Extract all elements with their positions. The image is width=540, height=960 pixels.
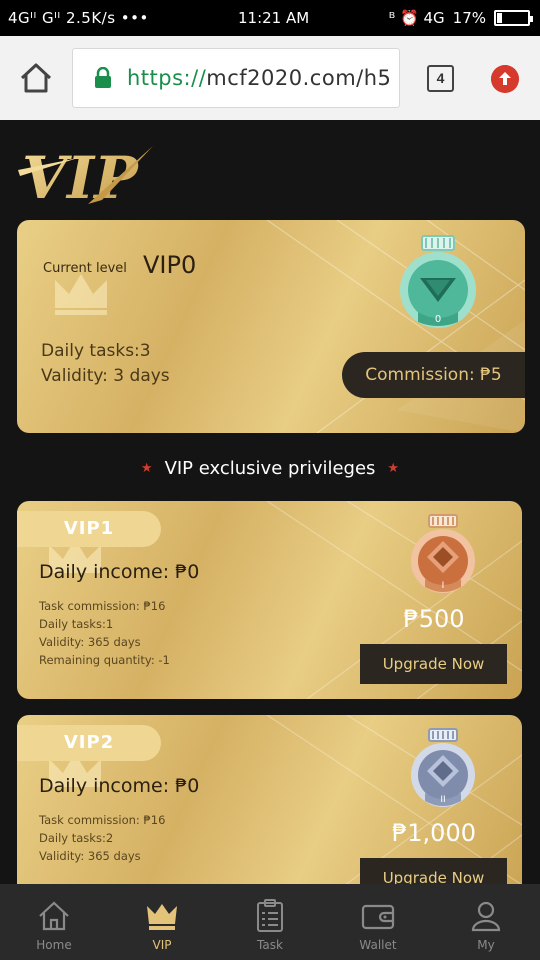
nav-wallet[interactable]: Wallet (324, 884, 432, 960)
battery-level (497, 13, 502, 23)
vip1-medal-icon: I (411, 514, 475, 593)
tier-name: VIP2 (17, 725, 161, 761)
nav-my[interactable]: My (432, 884, 540, 960)
crown-icon (147, 904, 177, 930)
vip2-medal-icon: II (411, 728, 475, 807)
clipboard-icon (257, 899, 283, 932)
svg-text:0: 0 (435, 314, 441, 325)
daily-tasks: Daily tasks:1 (39, 617, 114, 631)
status-time: 11:21 AM (238, 9, 310, 27)
task-commission: Task commission: ₱16 (39, 599, 166, 613)
nav-vip[interactable]: VIP (108, 884, 216, 960)
battery-icon (494, 10, 533, 26)
address-bar[interactable]: https://mcf2020.com/h5 (72, 48, 400, 108)
svg-text:I: I (442, 581, 445, 591)
daily-tasks: Daily tasks:2 (39, 831, 114, 845)
nav-label: Home (36, 938, 72, 952)
star-icon: ★ (140, 461, 153, 476)
nav-label: Wallet (359, 938, 397, 952)
vip1-card: VIP1 Daily income: ₱0 Task commission: ₱… (17, 501, 522, 699)
validity: Validity: 3 days (41, 366, 170, 386)
vip2-card: VIP2 Daily income: ₱0 Task commission: ₱… (17, 715, 522, 884)
status-icons: ᴮ ⏰ 4G (388, 9, 445, 27)
star-icon: ★ (387, 461, 400, 476)
upgrade-now-button[interactable]: Upgrade Now (360, 644, 507, 684)
nav-label: My (477, 938, 495, 952)
lock-icon (95, 67, 111, 88)
upload-icon[interactable] (491, 65, 519, 93)
daily-tasks: Daily tasks:3 (41, 341, 151, 361)
wallet-icon (361, 904, 395, 930)
remaining-quantity: Remaining quantity: -1 (39, 653, 170, 667)
upgrade-now-button[interactable]: Upgrade Now (360, 858, 507, 884)
svg-text:II: II (440, 795, 445, 805)
validity: Validity: 365 days (39, 635, 141, 649)
daily-income: Daily income: ₱0 (39, 561, 200, 583)
nav-task[interactable]: Task (216, 884, 324, 960)
price: ₱500 (403, 605, 465, 633)
nav-home[interactable]: Home (0, 884, 108, 960)
current-level-label: Current level (43, 261, 127, 276)
privileges-title-text: VIP exclusive privileges (164, 458, 376, 479)
home-icon[interactable] (18, 60, 54, 96)
url-host: mcf2020.com/h5 (206, 66, 392, 90)
home-icon (39, 901, 69, 931)
status-bar: 4Gᴵᴵ Gᴵᴵ 2.5K/s ••• 11:21 AM ᴮ ⏰ 4G 17% (0, 0, 540, 36)
price: ₱1,000 (392, 819, 476, 847)
tabs-button[interactable]: 4 (427, 65, 454, 92)
network-indicators: 4Gᴵᴵ Gᴵᴵ 2.5K/s ••• (8, 9, 149, 27)
url-scheme: https:// (127, 66, 207, 90)
url-text: https://mcf2020.com/h5 (127, 66, 391, 90)
commission-badge: Commission: ₱5 (342, 352, 525, 398)
tier-name: VIP1 (17, 511, 161, 547)
vip-logo: VIP (18, 144, 153, 210)
browser-toolbar: https://mcf2020.com/h5 4 (0, 36, 540, 120)
privileges-title: ★ VIP exclusive privileges ★ (0, 458, 540, 479)
vip-page: VIP Current level VIP0 Daily tasks:3 Val… (0, 120, 540, 884)
status-right: ᴮ ⏰ 4G 17% (388, 9, 533, 27)
vip0-medal-icon: 0 (400, 235, 476, 328)
current-level-card: Current level VIP0 Daily tasks:3 Validit… (17, 220, 525, 433)
nav-label: VIP (152, 938, 172, 952)
battery-percent: 17% (452, 9, 486, 27)
bottom-nav: Home VIP Task Wallet My (0, 884, 540, 960)
user-icon (471, 901, 501, 932)
nav-label: Task (257, 938, 283, 952)
task-commission: Task commission: ₱16 (39, 813, 166, 827)
validity: Validity: 365 days (39, 849, 141, 863)
current-level-value: VIP0 (143, 251, 197, 279)
daily-income: Daily income: ₱0 (39, 775, 200, 797)
crown-watermark-icon (55, 274, 107, 315)
